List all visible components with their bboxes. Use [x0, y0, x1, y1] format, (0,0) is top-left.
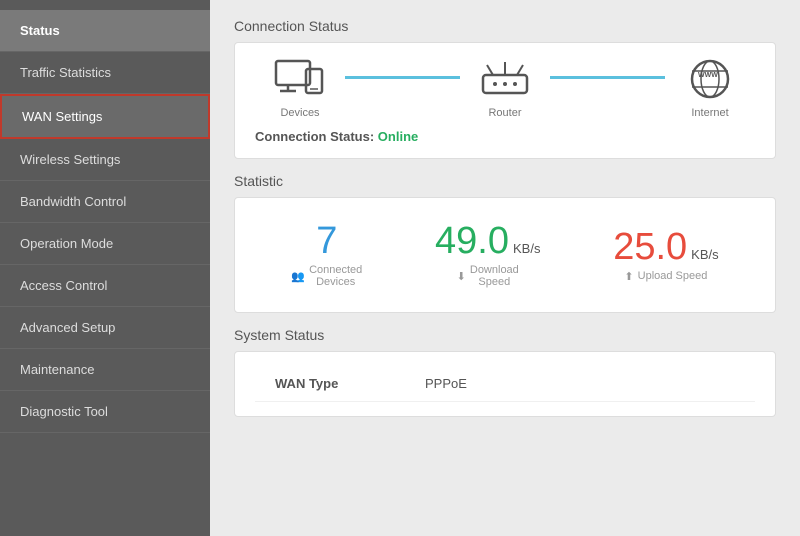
- devices-icon: [270, 57, 330, 101]
- download-speed-value-row: 49.0 KB/s: [435, 222, 540, 260]
- download-speed-stat: 49.0 KB/s ⬇ DownloadSpeed: [435, 222, 540, 288]
- wan-type-key: WAN Type: [275, 376, 425, 391]
- internet-label: Internet: [691, 107, 728, 119]
- sidebar-item-wireless-settings[interactable]: Wireless Settings: [0, 139, 210, 181]
- sidebar-item-status[interactable]: Status: [0, 10, 210, 52]
- system-status-card: WAN Type PPPoE: [234, 351, 776, 417]
- statistic-card: 7 👥 ConnectedDevices 49.0 KB/s ⬇ Downloa…: [234, 197, 776, 313]
- system-status-table: WAN Type PPPoE: [255, 366, 755, 402]
- download-speed-unit: KB/s: [513, 241, 540, 256]
- download-speed-value: 49.0: [435, 222, 509, 260]
- wan-type-value: PPPoE: [425, 376, 467, 391]
- upload-speed-value: 25.0: [613, 228, 687, 266]
- sidebar-item-wan-settings[interactable]: WAN Settings: [0, 94, 210, 139]
- wan-type-row: WAN Type PPPoE: [255, 366, 755, 402]
- svg-text:WWW: WWW: [698, 72, 718, 79]
- connection-status-section: Connection Status Devices: [234, 18, 776, 159]
- router-icon: [475, 57, 535, 101]
- statistic-title: Statistic: [234, 173, 776, 189]
- upload-speed-value-row: 25.0 KB/s: [613, 228, 718, 266]
- upload-speed-stat: 25.0 KB/s ⬆ Upload Speed: [613, 228, 718, 283]
- sidebar-item-operation-mode[interactable]: Operation Mode: [0, 223, 210, 265]
- connected-devices-stat: 7 👥 ConnectedDevices: [291, 222, 362, 288]
- connection-status-value: Online: [378, 129, 418, 144]
- system-status-section: System Status WAN Type PPPoE: [234, 327, 776, 417]
- upload-speed-unit: KB/s: [691, 247, 718, 262]
- upload-speed-label: ⬆ Upload Speed: [624, 270, 707, 283]
- connection-status-card: Devices Router: [234, 42, 776, 159]
- sidebar-item-access-control[interactable]: Access Control: [0, 265, 210, 307]
- sidebar-item-traffic-statistics[interactable]: Traffic Statistics: [0, 52, 210, 94]
- internet-icon: WWW: [684, 57, 736, 101]
- connection-status-line: Connection Status: Online: [255, 129, 755, 144]
- line-devices-router: [345, 76, 460, 79]
- sidebar-item-maintenance[interactable]: Maintenance: [0, 349, 210, 391]
- download-icon: ⬇: [457, 270, 466, 283]
- upload-icon: ⬆: [624, 270, 633, 283]
- devices-item: Devices: [255, 57, 345, 119]
- system-status-title: System Status: [234, 327, 776, 343]
- connection-diagram: Devices Router: [255, 57, 755, 119]
- sidebar-item-bandwidth-control[interactable]: Bandwidth Control: [0, 181, 210, 223]
- statistic-section: Statistic 7 👥 ConnectedDevices 49.0 KB/s: [234, 173, 776, 313]
- connected-devices-icon: 👥: [291, 270, 305, 283]
- connected-devices-label: 👥 ConnectedDevices: [291, 264, 362, 288]
- sidebar-item-diagnostic-tool[interactable]: Diagnostic Tool: [0, 391, 210, 433]
- statistic-content: 7 👥 ConnectedDevices 49.0 KB/s ⬇ Downloa…: [255, 212, 755, 298]
- router-item: Router: [460, 57, 550, 119]
- sidebar: Status Traffic Statistics WAN Settings W…: [0, 0, 210, 536]
- router-label: Router: [488, 107, 521, 119]
- line-router-internet: [550, 76, 665, 79]
- sidebar-item-advanced-setup[interactable]: Advanced Setup: [0, 307, 210, 349]
- internet-item: WWW Internet: [665, 57, 755, 119]
- connected-devices-value: 7: [316, 222, 337, 260]
- main-content: Connection Status Devices: [210, 0, 800, 536]
- download-speed-label: ⬇ DownloadSpeed: [457, 264, 519, 288]
- devices-label: Devices: [280, 107, 319, 119]
- connection-status-title: Connection Status: [234, 18, 776, 34]
